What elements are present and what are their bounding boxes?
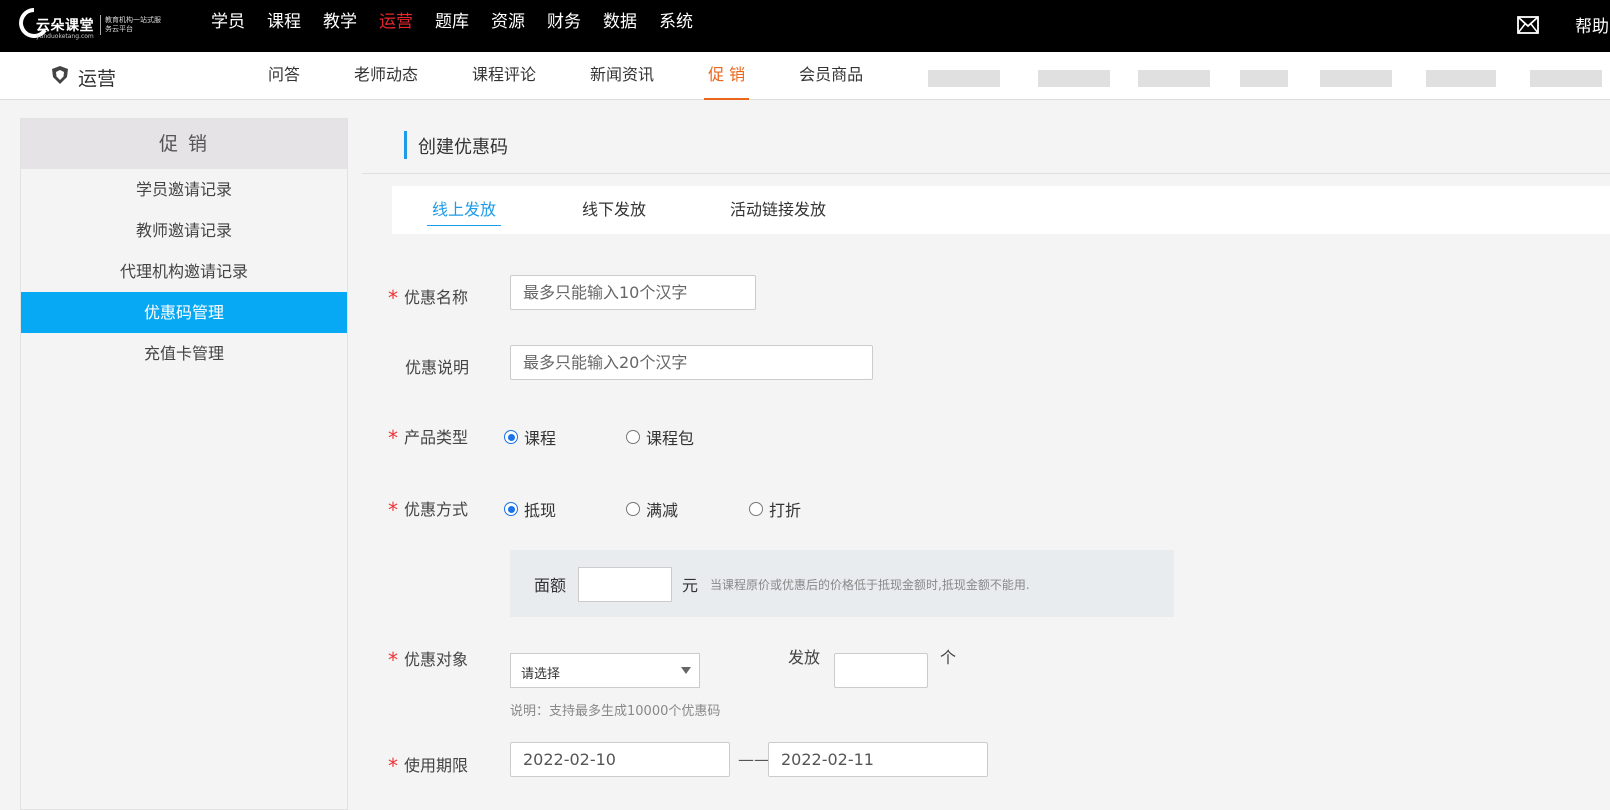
nav-item-operations[interactable]: 运营 [368, 0, 424, 52]
product-type-label: * 产品类型 [388, 426, 469, 450]
radio-dot [626, 502, 640, 516]
title-accent-bar [404, 131, 407, 159]
end-date-input[interactable] [768, 742, 988, 777]
logo-divider [100, 15, 101, 35]
nav-item-question-bank[interactable]: 题库 [424, 0, 480, 52]
help-link[interactable]: 帮助 [1575, 12, 1609, 37]
sidebar: 促 销 学员邀请记录 教师邀请记录 代理机构邀请记录 优惠码管理 充值卡管理 [20, 118, 348, 810]
required-star: * [388, 286, 398, 310]
logo-slogan: 教育机构一站式服务云平台 [105, 16, 161, 33]
tab-offline-issue[interactable]: 线下发放 [582, 186, 646, 234]
tab-online-issue[interactable]: 线上发放 [426, 186, 502, 234]
blurred-item [1320, 70, 1392, 87]
radio-dot-checked [504, 502, 518, 516]
blurred-item [1038, 70, 1110, 87]
start-date-input[interactable] [510, 742, 730, 777]
required-star: * [388, 648, 398, 672]
main-content: 创建优惠码 线上发放 线下发放 活动链接发放 *优惠名称 优惠说明 *产品类型 … [362, 118, 1610, 810]
tab-activity-link-issue[interactable]: 活动链接发放 [730, 186, 826, 234]
target-select-value: 请选择 [521, 667, 561, 682]
subnav-item-teacher-news[interactable]: 老师动态 [350, 52, 422, 100]
target-label: * 优惠对象 [388, 648, 469, 672]
coupon-name-input[interactable] [510, 275, 756, 310]
caret-down-icon [681, 667, 691, 674]
nav-item-students[interactable]: 学员 [200, 0, 256, 52]
module-navigation-bar: 运营 问答 老师动态 课程评论 新闻资讯 促 销 会员商品 [0, 52, 1610, 100]
nav-item-courses[interactable]: 课程 [256, 0, 312, 52]
discount-method-full-reduction-radio[interactable]: 满减 [626, 497, 678, 521]
radio-dot [749, 502, 763, 516]
product-type-course-radio[interactable]: 课程 [504, 425, 556, 449]
subnav-item-promotion[interactable]: 促 销 [704, 52, 750, 100]
coupon-name-label: * 优惠名称 [388, 286, 469, 310]
mail-icon[interactable] [1517, 16, 1539, 34]
validity-period-label: * 使用期限 [388, 754, 469, 778]
nav-item-resources[interactable]: 资源 [480, 0, 536, 52]
blurred-item [1240, 70, 1288, 87]
subnav-item-course-reviews[interactable]: 课程评论 [468, 52, 540, 100]
sidebar-item-coupon-management[interactable]: 优惠码管理 [21, 292, 347, 333]
discount-method-cash-radio[interactable]: 抵现 [504, 497, 556, 521]
face-value-input[interactable] [578, 567, 672, 602]
main-nav: 学员 课程 教学 运营 题库 资源 财务 数据 系统 [200, 0, 704, 52]
module-nav: 问答 老师动态 课程评论 新闻资讯 促 销 会员商品 [264, 52, 913, 100]
target-hint: 说明：支持最多生成10000个优惠码 [510, 704, 721, 719]
page-header: 创建优惠码 [362, 118, 1610, 174]
issue-count-input[interactable] [834, 653, 928, 688]
radio-dot [626, 430, 640, 444]
issue-tabs: 线上发放 线下发放 活动链接发放 [392, 186, 1610, 234]
required-star: * [388, 754, 398, 778]
required-star: * [388, 498, 398, 522]
top-navigation-bar: 云朵课堂 yunduoketang.com 教育机构一站式服务云平台 学员 课程… [0, 0, 1610, 52]
issue-count-label: 发放 [788, 648, 821, 667]
face-value-panel: 面额 元 当课程原价或优惠后的价格低于抵现金额时,抵现金额不能用. [510, 550, 1174, 617]
coupon-desc-label: 优惠说明 [405, 358, 470, 377]
nav-item-system[interactable]: 系统 [648, 0, 704, 52]
sidebar-item-student-invites[interactable]: 学员邀请记录 [21, 169, 347, 210]
product-type-package-radio[interactable]: 课程包 [626, 425, 694, 449]
date-range-separator: —— [738, 750, 770, 769]
logo-subtext: yunduoketang.com [36, 33, 94, 40]
discount-method-percentage-radio[interactable]: 打折 [749, 497, 801, 521]
subnav-item-member-goods[interactable]: 会员商品 [795, 52, 867, 100]
module-title: 运营 [78, 68, 117, 90]
brand-logo[interactable]: 云朵课堂 yunduoketang.com 教育机构一站式服务云平台 [18, 7, 168, 41]
page-title: 创建优惠码 [418, 137, 508, 158]
blurred-item [1426, 70, 1496, 87]
blurred-nav-items [928, 70, 1610, 88]
sidebar-item-teacher-invites[interactable]: 教师邀请记录 [21, 210, 347, 251]
radio-dot-checked [504, 430, 518, 444]
issue-count-unit: 个 [940, 648, 957, 667]
discount-method-label: * 优惠方式 [388, 498, 469, 522]
subnav-item-news[interactable]: 新闻资讯 [586, 52, 658, 100]
nav-item-finance[interactable]: 财务 [536, 0, 592, 52]
logo-text: 云朵课堂 [36, 18, 94, 34]
nav-item-data[interactable]: 数据 [592, 0, 648, 52]
blurred-item [1138, 70, 1210, 87]
required-star: * [388, 426, 398, 450]
sidebar-item-agency-invites[interactable]: 代理机构邀请记录 [21, 251, 347, 292]
face-value-unit: 元 [682, 576, 699, 595]
target-select[interactable]: 请选择 [510, 653, 700, 688]
shield-icon [52, 66, 68, 84]
nav-item-teaching[interactable]: 教学 [312, 0, 368, 52]
sidebar-title: 促 销 [21, 119, 347, 169]
sidebar-item-recharge-cards[interactable]: 充值卡管理 [21, 333, 347, 374]
face-value-label: 面额 [534, 576, 567, 595]
coupon-desc-input[interactable] [510, 345, 873, 380]
face-value-note: 当课程原价或优惠后的价格低于抵现金额时,抵现金额不能用. [710, 578, 1030, 592]
subnav-item-qa[interactable]: 问答 [264, 52, 304, 100]
blurred-item [1530, 70, 1602, 87]
blurred-item [928, 70, 1000, 87]
